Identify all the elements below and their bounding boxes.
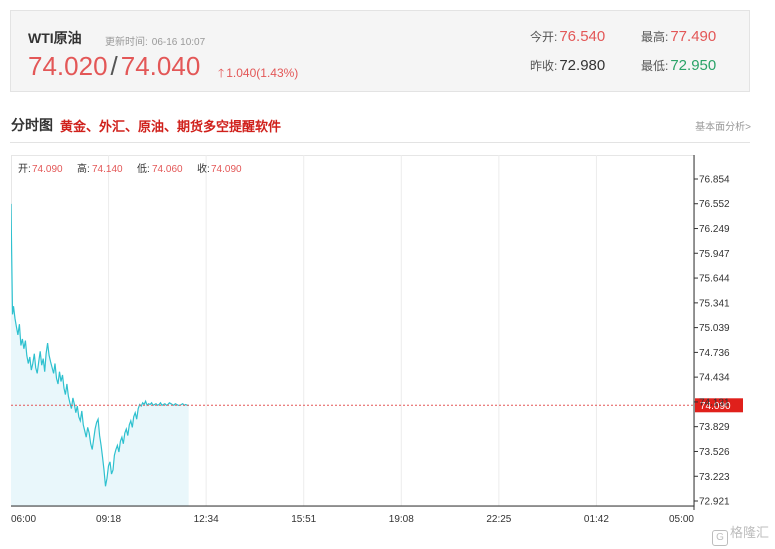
x-tick-label: 12:34 <box>194 514 219 525</box>
y-tick-label: 75.947 <box>699 249 730 260</box>
x-tick-label: 06:00 <box>11 514 36 525</box>
change-value: 1.040(1.43%) <box>226 66 299 80</box>
section-divider <box>10 142 750 143</box>
x-tick-label: 22:25 <box>486 514 511 525</box>
ohlc-high-value: 74.140 <box>92 164 123 175</box>
intraday-chart[interactable]: 74.090 06:00 09:18 12:34 15:51 19:08 22:25 01:… <box>11 155 755 527</box>
ohlc-high-label: 高: <box>77 162 90 175</box>
price-change: 🡑 1.040(1.43%) <box>218 64 298 85</box>
ask-price: 74.040 <box>120 51 201 81</box>
chart-frame <box>11 155 695 507</box>
stat-low-value: 72.950 <box>670 57 717 74</box>
x-tick-label: 09:18 <box>96 514 121 525</box>
stat-high-label: 最高: <box>641 30 669 44</box>
y-tick-label: 73.829 <box>699 422 730 433</box>
update-time-value: 06-16 10:07 <box>151 37 206 48</box>
y-tick-label: 75.341 <box>699 298 730 309</box>
x-tick-label: 01:42 <box>584 514 609 525</box>
price-separator: / <box>110 51 118 81</box>
gelonghui-logo-icon: G <box>711 530 728 546</box>
price-area-fill <box>11 203 189 506</box>
y-tick-label: 75.644 <box>699 274 730 285</box>
ohlc-close-label: 收: <box>197 162 210 175</box>
y-tick-label: 74.131 <box>699 397 730 408</box>
stat-low: 最低: 72.950 <box>641 57 716 74</box>
stat-prev-close: 昨收: 72.980 <box>530 57 605 74</box>
stat-low-label: 最低: <box>641 59 669 73</box>
up-arrow-icon: 🡑 <box>218 66 225 80</box>
x-tick-label: 15:51 <box>291 514 316 525</box>
ohlc-close-value: 74.090 <box>211 164 242 175</box>
watermark: G 格隆汇 <box>711 522 769 546</box>
ohlc-low-value: 74.060 <box>152 164 183 175</box>
y-tick-label: 76.854 <box>699 175 730 186</box>
y-tick-label: 73.223 <box>699 472 730 483</box>
y-tick-label: 72.921 <box>699 497 730 508</box>
update-time: 更新时间: 06-16 10:07 <box>105 33 209 48</box>
ohlc-low-label: 低: <box>137 162 150 175</box>
stat-open-value: 76.540 <box>559 28 606 45</box>
y-tick-label: 74.736 <box>699 348 730 359</box>
stat-open: 今开: 76.540 <box>530 28 605 45</box>
bid-price: 74.020 <box>28 51 108 81</box>
stat-prev-close-value: 72.980 <box>559 57 606 74</box>
x-tick-label: 05:00 <box>669 514 694 525</box>
stat-prev-close-label: 昨收: <box>530 59 558 73</box>
y-tick-label: 73.526 <box>699 447 730 458</box>
stat-high-value: 77.490 <box>670 28 717 45</box>
intraday-chart-title: 分时图 <box>11 117 53 133</box>
promo-link[interactable]: 黄金、外汇、原油、期货多空提醒软件 <box>60 116 281 135</box>
y-tick-label: 76.249 <box>699 224 730 235</box>
update-time-label: 更新时间: <box>105 37 148 48</box>
y-tick-label: 74.434 <box>699 373 730 384</box>
ohlc-open-label: 开: <box>18 164 31 175</box>
x-tick-label: 19:08 <box>389 514 414 525</box>
ohlc-open-value: 74.090 <box>32 164 63 175</box>
y-tick-label: 76.552 <box>699 199 730 210</box>
instrument-name: WTI原油 <box>28 30 82 46</box>
fundamental-analysis-link[interactable]: 基本面分析> <box>695 118 751 133</box>
watermark-text: 格隆汇 <box>729 525 769 540</box>
stat-high: 最高: 77.490 <box>641 28 716 45</box>
stat-open-label: 今开: <box>530 30 558 44</box>
bid-ask-price: 74.020/74.040 <box>28 51 200 82</box>
y-tick-label: 75.039 <box>699 323 730 334</box>
quote-panel: WTI原油 更新时间: 06-16 10:07 74.020/74.040 🡑 1.… <box>10 10 750 92</box>
